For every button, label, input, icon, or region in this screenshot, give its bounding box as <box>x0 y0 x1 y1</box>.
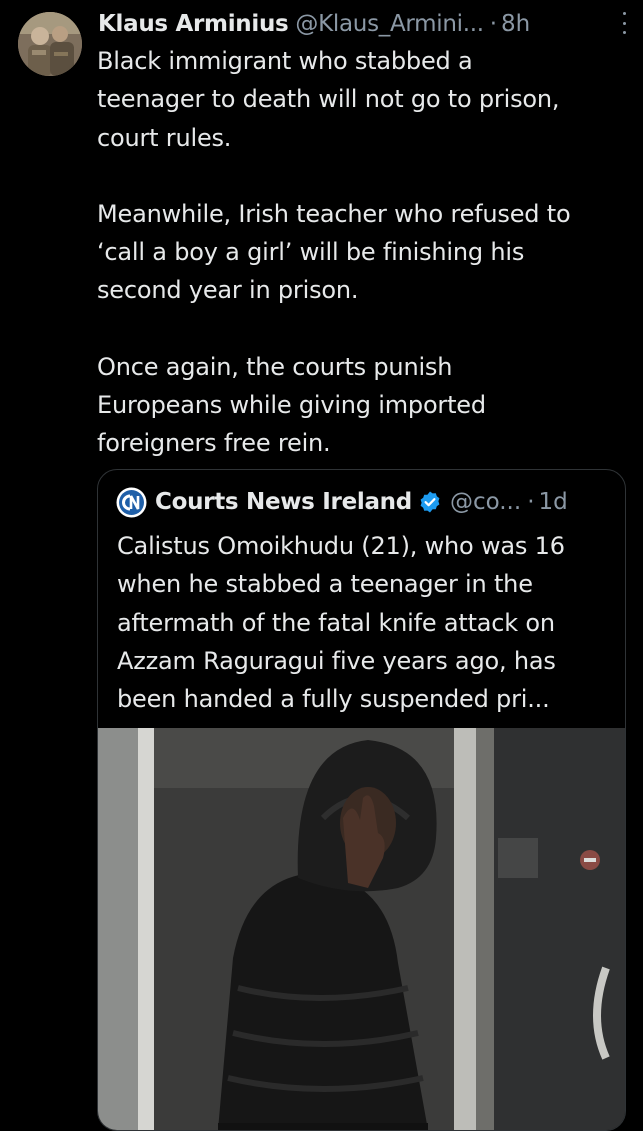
more-options-icon[interactable] <box>621 12 627 34</box>
header-separator: · <box>489 11 498 37</box>
more-dot <box>622 12 626 15</box>
quote-header: Courts News Ireland @co... · 1d <box>116 484 615 520</box>
tweet-line: ‘call a boy a girl’ will be finishing hi… <box>97 238 525 267</box>
more-dot <box>622 21 626 25</box>
tweet-line: Once again, the courts punish <box>97 352 453 381</box>
quoted-tweet[interactable]: Courts News Ireland @co... · 1d Calistus… <box>97 469 626 1131</box>
tweet-header: Klaus Arminius @Klaus_Armini... · 8h <box>98 6 629 42</box>
quote-line: Calistus Omoikhudu (21), who was 16 <box>117 532 565 560</box>
avatar-image <box>18 12 82 76</box>
tweet-line: court rules. <box>97 123 232 152</box>
tweet-line: second year in prison. <box>97 276 359 305</box>
verified-badge-icon[interactable] <box>418 490 442 514</box>
quote-author-handle[interactable]: @co... <box>450 489 521 515</box>
tweet-line: teenager to death will not go to prison, <box>97 85 560 114</box>
quote-line: been handed a fully suspended pri... <box>117 685 550 714</box>
quote-header-separator: · <box>527 489 535 515</box>
tweet: Klaus Arminius @Klaus_Armini... · 8h Bla… <box>0 0 643 1131</box>
quote-line: aftermath of the fatal knife attack on <box>117 608 555 637</box>
quote-media-photo[interactable] <box>98 728 625 1130</box>
tweet-line: Black immigrant who stabbed a <box>97 47 473 75</box>
tweet-text: Black immigrant who stabbed a teenager t… <box>97 42 637 463</box>
tweet-timestamp[interactable]: 8h <box>501 11 530 37</box>
tweet-line: Meanwhile, Irish teacher who refused to <box>97 199 571 228</box>
tweet-line: foreigners free rein. <box>97 429 331 458</box>
author-avatar[interactable] <box>18 12 82 76</box>
quote-author-name[interactable]: Courts News Ireland <box>155 489 412 515</box>
author-handle[interactable]: @Klaus_Armini... <box>295 11 484 37</box>
quote-timestamp[interactable]: 1d <box>539 489 568 515</box>
tweet-line: Europeans while giving imported <box>97 391 486 420</box>
author-name[interactable]: Klaus Arminius <box>98 11 289 37</box>
quote-line: Azzam Raguragui five years ago, has <box>117 646 556 675</box>
cn-logo-icon[interactable] <box>116 487 147 518</box>
more-dot <box>622 31 626 34</box>
quote-text: Calistus Omoikhudu (21), who was 16 when… <box>117 527 617 718</box>
photo-image <box>98 728 625 1130</box>
quote-line: when he stabbed a teenager in the <box>117 570 533 599</box>
